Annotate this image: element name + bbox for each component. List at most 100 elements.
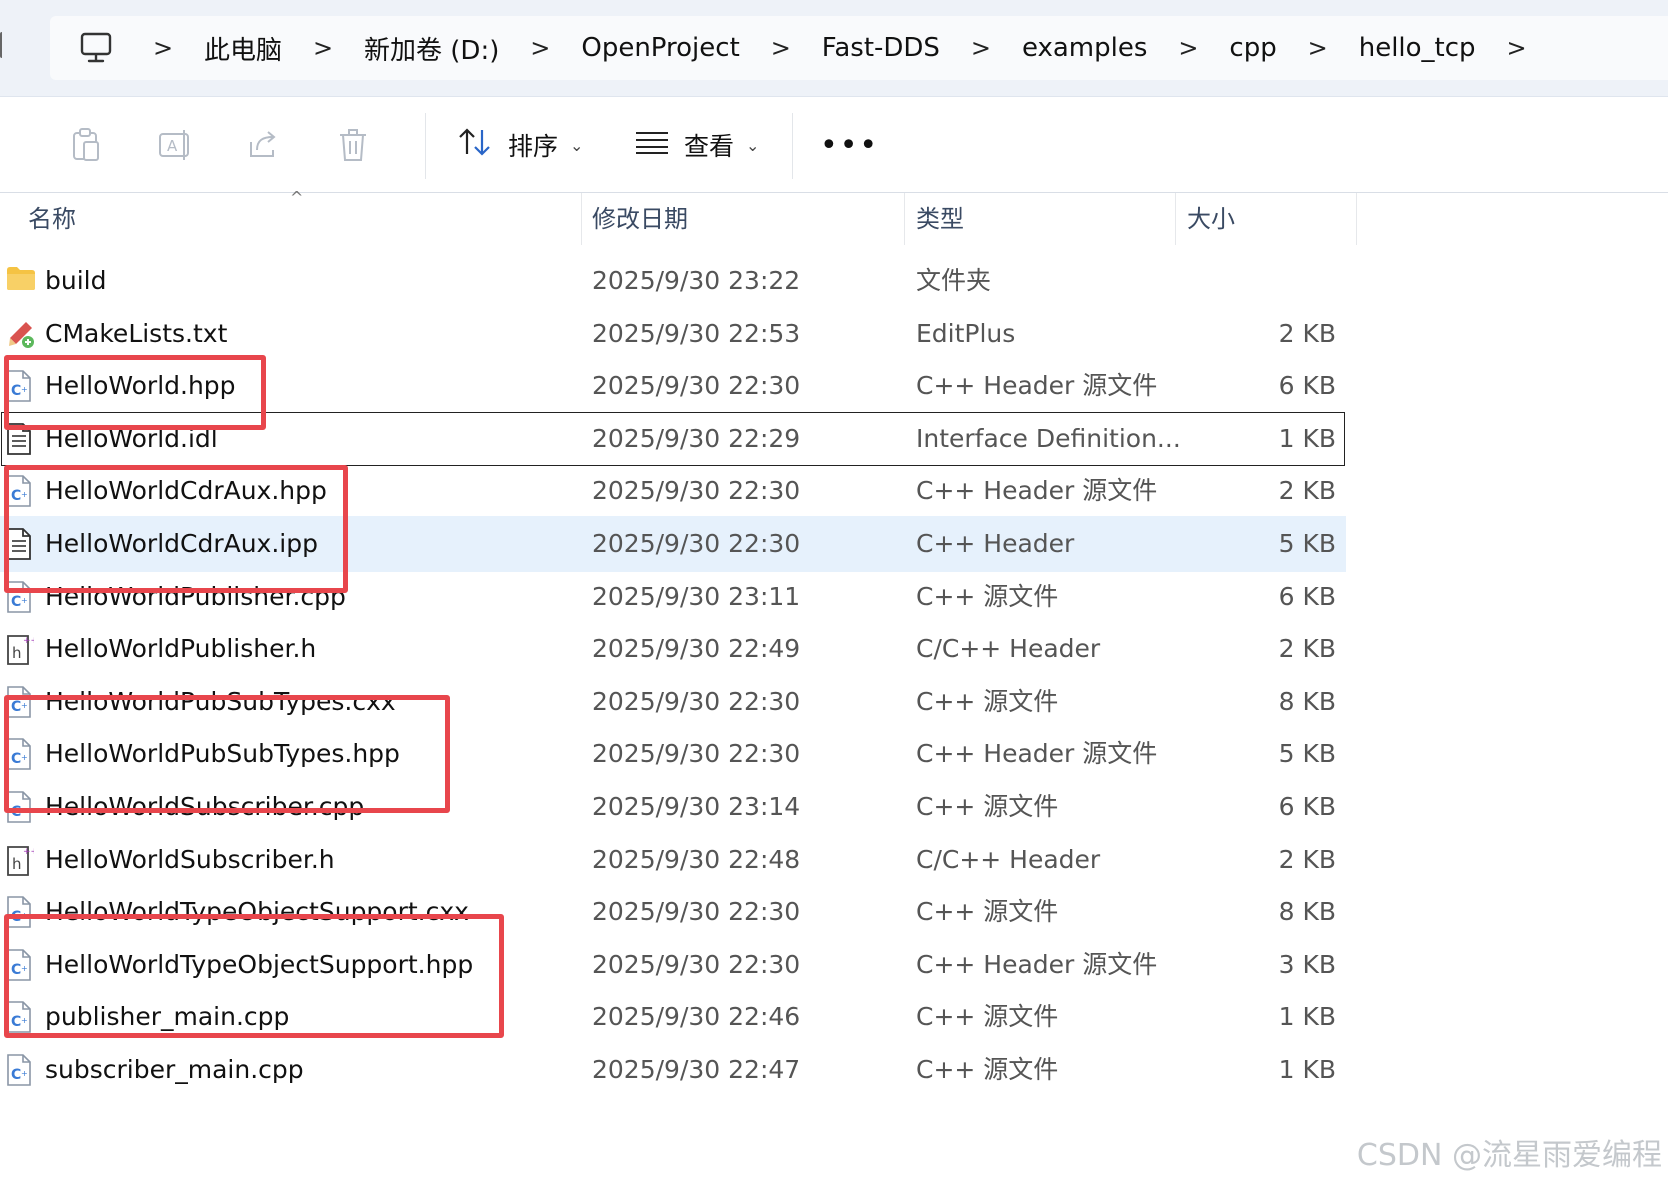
file-type: C/C++ Header	[916, 844, 1101, 874]
chevron-right-icon[interactable]: >	[954, 34, 1008, 62]
chevron-right-icon[interactable]: >	[136, 34, 190, 62]
file-size: 2 KB	[1278, 318, 1336, 348]
window-edge-mark	[0, 32, 8, 58]
svg-text:h: h	[12, 644, 22, 662]
file-date: 2025/9/30 22:30	[592, 476, 801, 506]
breadcrumb-drive-d[interactable]: 新加卷 (D:)	[350, 30, 513, 67]
breadcrumb-fast-dds[interactable]: Fast-DDS	[808, 33, 954, 63]
column-header-size[interactable]: 大小	[1187, 193, 1235, 245]
share-icon[interactable]	[244, 125, 284, 165]
rename-icon[interactable]: A	[156, 125, 196, 165]
column-divider[interactable]	[1356, 193, 1357, 245]
annotation-box	[4, 355, 266, 430]
file-size: 8 KB	[1278, 686, 1336, 716]
file-date: 2025/9/30 23:22	[592, 266, 801, 295]
file-date: 2025/9/30 22:30	[592, 686, 801, 716]
file-date: 2025/9/30 22:49	[592, 634, 801, 664]
more-options-button[interactable]: •••	[820, 128, 879, 163]
chevron-right-icon[interactable]: >	[1291, 34, 1345, 62]
sort-label: 排序	[508, 132, 559, 161]
h-file-icon: h++	[6, 633, 38, 666]
breadcrumb-openproject[interactable]: OpenProject	[567, 33, 753, 63]
file-date: 2025/9/30 22:30	[592, 529, 801, 558]
chevron-down-icon: ⌄	[570, 135, 584, 155]
toolbar-divider	[792, 113, 793, 179]
file-type: C++ 源文件	[916, 1002, 1059, 1032]
file-row[interactable]: h++HelloWorldSubscriber.h2025/9/30 22:48…	[0, 832, 1346, 888]
computer-icon[interactable]	[74, 28, 118, 68]
file-date: 2025/9/30 22:46	[592, 1002, 801, 1032]
file-type: C++ 源文件	[916, 897, 1059, 927]
file-type: C++ Header 源文件	[916, 949, 1158, 979]
file-type: C++ 源文件	[916, 792, 1059, 821]
chevron-right-icon[interactable]: >	[1161, 34, 1215, 62]
file-type: C/C++ Header	[916, 634, 1101, 664]
svg-text:++: ++	[23, 847, 34, 857]
breadcrumb-hello-tcp[interactable]: hello_tcp	[1345, 33, 1490, 63]
column-header-date[interactable]: 修改日期	[592, 193, 688, 245]
file-name: subscriber_main.cpp	[45, 1055, 304, 1084]
delete-icon[interactable]	[333, 125, 373, 165]
sort-button[interactable]: 排序 ⌄	[458, 121, 583, 169]
h-file-icon: h++	[6, 844, 38, 876]
file-row[interactable]: CMakeLists.txt 2025/9/30 22:53 EditPlus 2 K…	[0, 306, 1346, 362]
folder-icon	[6, 265, 36, 297]
file-date: 2025/9/30 22:47	[592, 1055, 801, 1084]
address-bar[interactable]: > 此电脑 > 新加卷 (D:) > OpenProject > Fast-DD…	[50, 16, 1668, 80]
chevron-right-icon[interactable]: >	[1490, 34, 1544, 62]
breadcrumb-this-pc[interactable]: 此电脑	[190, 30, 296, 67]
column-header-name[interactable]: 名称	[28, 193, 76, 245]
column-header-row: 名称 修改日期 类型 大小	[0, 193, 1668, 245]
chevron-down-icon: ⌄	[746, 135, 760, 155]
file-row[interactable]: build 2025/9/30 23:22 文件夹	[0, 253, 1346, 309]
sort-icon	[458, 127, 492, 163]
file-size: 6 KB	[1278, 371, 1336, 401]
view-button[interactable]: 查看 ⌄	[636, 121, 759, 169]
file-row[interactable]: C + subscriber_main.cpp 2025/9/30 22:47 C++ …	[0, 1042, 1346, 1098]
file-type: 文件夹	[916, 266, 992, 295]
chevron-right-icon[interactable]: >	[513, 34, 567, 62]
file-date: 2025/9/30 23:11	[592, 581, 801, 611]
file-name: CMakeLists.txt	[45, 318, 228, 348]
file-date: 2025/9/30 22:29	[592, 423, 801, 453]
file-size: 2 KB	[1278, 634, 1336, 664]
file-type: C++ Header	[916, 529, 1075, 558]
view-label: 查看	[684, 132, 735, 161]
file-size: 3 KB	[1278, 949, 1336, 979]
view-list-icon	[636, 130, 668, 160]
svg-text:C: C	[11, 1067, 21, 1083]
toolbar-divider	[425, 113, 426, 179]
file-size: 1 KB	[1278, 423, 1336, 453]
file-date: 2025/9/30 22:48	[592, 844, 801, 874]
chevron-right-icon[interactable]: >	[754, 34, 808, 62]
breadcrumb-examples[interactable]: examples	[1008, 33, 1161, 63]
chevron-right-icon[interactable]: >	[296, 34, 350, 62]
annotation-box	[4, 695, 450, 813]
file-type: EditPlus	[916, 318, 1016, 348]
address-bar-strip: > 此电脑 > 新加卷 (D:) > OpenProject > Fast-DD…	[0, 0, 1668, 97]
breadcrumb-cpp[interactable]: cpp	[1215, 33, 1290, 63]
file-type: C++ 源文件	[916, 581, 1059, 611]
file-size: 1 KB	[1278, 1055, 1336, 1084]
column-divider[interactable]	[1175, 193, 1176, 245]
annotation-box	[4, 914, 504, 1038]
svg-text:+: +	[21, 1069, 28, 1078]
svg-text:C: C	[11, 594, 21, 610]
file-date: 2025/9/30 22:30	[592, 949, 801, 979]
file-type: C++ 源文件	[916, 686, 1059, 716]
column-header-type[interactable]: 类型	[916, 193, 964, 245]
file-row[interactable]: h++HelloWorldPublisher.h2025/9/30 22:49C…	[0, 621, 1346, 677]
svg-text:A: A	[167, 137, 178, 155]
svg-text:++: ++	[23, 636, 34, 646]
watermark: CSDN @流星雨爱编程	[1356, 1138, 1662, 1173]
file-date: 2025/9/30 22:30	[592, 371, 801, 401]
file-size: 5 KB	[1278, 739, 1336, 769]
annotation-box	[4, 465, 348, 593]
editplus-file-icon	[6, 318, 36, 350]
paste-icon[interactable]	[66, 125, 106, 165]
file-date: 2025/9/30 22:53	[592, 318, 801, 348]
column-divider[interactable]	[904, 193, 905, 245]
file-size: 5 KB	[1278, 529, 1336, 558]
column-divider[interactable]	[581, 193, 582, 245]
file-type: C++ 源文件	[916, 1055, 1059, 1084]
